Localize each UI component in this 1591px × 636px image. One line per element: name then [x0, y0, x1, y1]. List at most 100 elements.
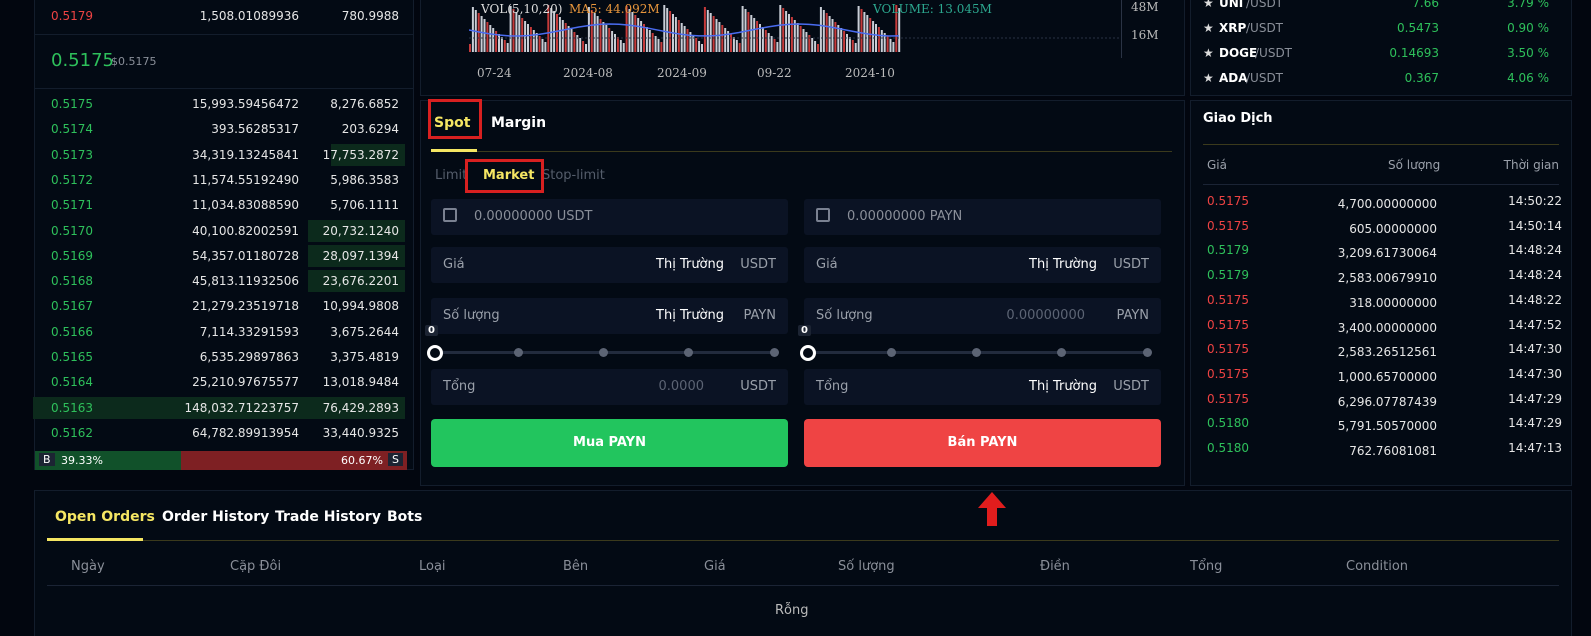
- trade-time: 14:47:29: [1508, 416, 1562, 431]
- column-total: Tổng: [1190, 559, 1223, 574]
- order-book-buy-row[interactable]: 0.5174 393.56285317 203.6294: [35, 117, 405, 141]
- buy-total-field[interactable]: Tổng 0.0000 USDT: [431, 369, 788, 405]
- volume-bar: [843, 31, 846, 52]
- star-icon[interactable]: ★: [1203, 71, 1214, 85]
- sell-amount-slider[interactable]: [800, 344, 1157, 361]
- trade-amount: 6,296.07787439: [1337, 394, 1437, 409]
- market-quote: /USDT: [1246, 21, 1284, 35]
- volume-bar: [695, 38, 698, 52]
- order-book-sell-row[interactable]: 0.5179 1,508.01089936 780.9988: [35, 4, 405, 28]
- volume-bar: [677, 20, 680, 52]
- order-book-buy-row[interactable]: 0.5171 11,034.83088590 5,706.1111: [35, 193, 405, 217]
- order-type-stop-limit[interactable]: Stop-limit: [542, 168, 605, 183]
- quantity-value: Thị Trường: [656, 308, 724, 323]
- trade-time: 14:47:13: [1508, 441, 1562, 455]
- volume-bar: [469, 44, 471, 52]
- order-book-buy-row[interactable]: 0.5166 7,114.33291593 3,675.2644: [35, 320, 405, 344]
- order-book-buy-row[interactable]: 0.5170 40,100.82002591 20,732.1240: [35, 219, 405, 243]
- trade-time: 14:47:30: [1508, 342, 1562, 357]
- trade-price: 0.5175: [1207, 391, 1249, 406]
- volume-bar: [585, 44, 587, 52]
- volume-bar: [527, 24, 529, 52]
- tab-bots[interactable]: Bots: [387, 509, 422, 525]
- volume-bar: [524, 21, 527, 52]
- chart-x-label: 07-24: [477, 66, 512, 80]
- buy-amount-slider[interactable]: [427, 344, 784, 361]
- buy-total: 3,675.2644: [330, 324, 399, 339]
- order-book-buy-row[interactable]: 0.5164 25,210.97675577 13,018.9484: [35, 370, 405, 394]
- tab-margin[interactable]: Margin: [491, 115, 546, 131]
- buy-amount: 148,032.71223757: [184, 400, 299, 415]
- trade-price: 0.5175: [1207, 366, 1249, 381]
- order-type-limit[interactable]: Limit: [435, 168, 467, 183]
- volume-bar: [738, 43, 741, 52]
- sell-quantity-field[interactable]: Số lượng 0.00000000 PAYN: [804, 298, 1161, 334]
- market-row[interactable]: ★ ADA/USDT 0.367 4.06 %: [1203, 71, 1563, 89]
- order-book-buy-row[interactable]: 0.5162 64,782.89913954 33,440.9325: [35, 421, 405, 445]
- trade-time: 14:47:29: [1508, 391, 1562, 406]
- tab-open-orders[interactable]: Open Orders: [55, 509, 155, 525]
- trade-price: 0.5179: [1207, 243, 1249, 258]
- order-book-buy-row[interactable]: 0.5163 148,032.71223757 76,429.2893: [33, 396, 405, 420]
- order-book-buy-row[interactable]: 0.5165 6,535.29897863 3,375.4819: [35, 345, 405, 369]
- market-row[interactable]: ★ UNI/USDT 7.66 3.79 %: [1203, 0, 1563, 14]
- trade-time: 14:48:24: [1508, 243, 1562, 258]
- volume-bar: [822, 10, 825, 52]
- order-book-buy-row[interactable]: 0.5167 21,279.23519718 10,994.9808: [35, 294, 405, 318]
- trade-time: 14:47:30: [1508, 366, 1562, 381]
- volume-bar: [889, 39, 892, 52]
- price-chart[interactable]: VOL(5,10,20) MA5: 44.092M VOLUME: 13.045…: [420, 0, 1185, 96]
- tab-order-history[interactable]: Order History: [162, 509, 269, 525]
- volume-bar: [651, 33, 654, 52]
- star-icon[interactable]: ★: [1203, 46, 1214, 60]
- market-base: ADA: [1219, 71, 1248, 85]
- volume-bar: [640, 21, 643, 52]
- trade-row: 0.5179 3,209.61730064 14:48:24: [1207, 243, 1562, 265]
- market-row[interactable]: ★ DOGE/USDT 0.14693 3.50 %: [1203, 46, 1563, 64]
- trade-amount: 4,700.00000000: [1337, 197, 1437, 211]
- slider-knob[interactable]: [427, 345, 443, 361]
- trade-amount: 605.00000000: [1349, 221, 1437, 236]
- order-book-buy-row[interactable]: 0.5168 45,813.11932506 23,676.2201: [35, 269, 405, 293]
- volume-bar: [701, 44, 703, 52]
- order-book-buy-row[interactable]: 0.5173 34,319.13245841 17,753.2872: [35, 143, 405, 167]
- volume-bar: [828, 16, 831, 52]
- star-icon[interactable]: ★: [1203, 21, 1214, 35]
- market-row[interactable]: ★ XRP/USDT 0.5473 0.90 %: [1203, 21, 1563, 39]
- trade-amount: 1,000.65700000: [1337, 369, 1437, 384]
- column-condition: Condition: [1346, 559, 1409, 574]
- volume-bar: [709, 13, 712, 52]
- buy-amount: 11,034.83088590: [192, 198, 299, 213]
- order-book-buy-row[interactable]: 0.5175 15,993.59456472 8,276.6852: [35, 92, 405, 116]
- sell-total: 780.9988: [341, 9, 399, 23]
- chart-legend-vol: VOL(5,10,20): [481, 2, 563, 16]
- volume-bar: [532, 30, 535, 52]
- volume-bar: [848, 37, 851, 52]
- sell-price-field[interactable]: Giá Thị Trường USDT: [804, 247, 1161, 283]
- tab-trade-history[interactable]: Trade History: [275, 509, 381, 525]
- quantity-label: Số lượng: [443, 308, 500, 323]
- buy-button[interactable]: Mua PAYN: [431, 419, 788, 467]
- slider-knob[interactable]: [800, 345, 816, 361]
- buy-quantity-field[interactable]: Số lượng Thị Trường PAYN: [431, 298, 788, 334]
- buy-price: 0.5166: [51, 324, 93, 339]
- sell-button[interactable]: Bán PAYN: [804, 419, 1161, 467]
- trade-row: 0.5179 2,583.00679910 14:48:24: [1207, 268, 1562, 290]
- volume-bar: [602, 22, 605, 52]
- sell-total-field[interactable]: Tổng Thị Trường USDT: [804, 369, 1161, 405]
- sell-balance-value: 0.00000000 PAYN: [847, 209, 963, 224]
- order-book-buy-row[interactable]: 0.5172 11,574.55192490 5,986.3583: [35, 168, 405, 192]
- volume-bar: [761, 27, 764, 52]
- total-label: Tổng: [443, 379, 476, 394]
- volume-bar: [619, 40, 622, 52]
- trade-price: 0.5175: [1207, 292, 1249, 307]
- volume-bar: [567, 26, 570, 52]
- order-book-buy-row[interactable]: 0.5169 54,357.01180728 28,097.1394: [35, 244, 405, 268]
- price-value: Thị Trường: [656, 257, 724, 272]
- star-icon[interactable]: ★: [1203, 0, 1214, 10]
- volume-bar: [492, 28, 495, 52]
- buy-total: 13,018.9484: [322, 375, 399, 390]
- volume-bar: [779, 5, 782, 52]
- buy-price-field[interactable]: Giá Thị Trường USDT: [431, 247, 788, 283]
- volume-bar: [608, 28, 611, 52]
